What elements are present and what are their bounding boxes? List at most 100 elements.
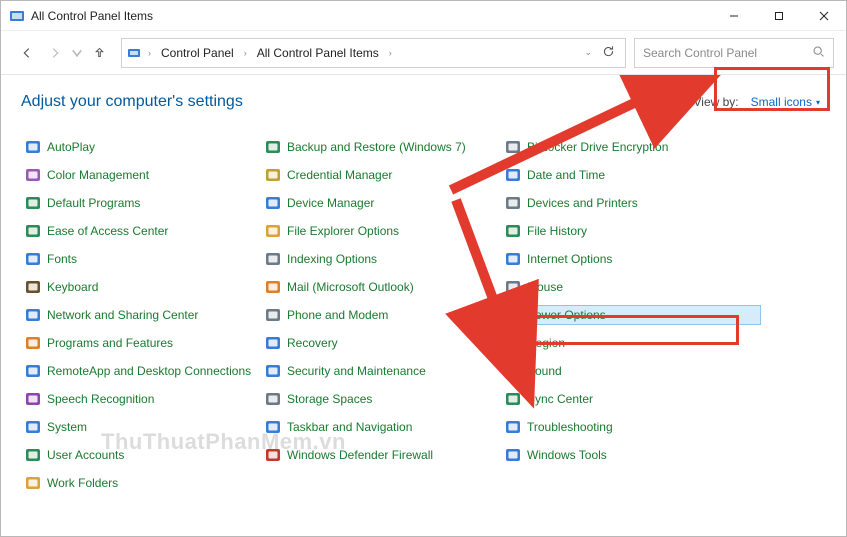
- address-icon: [126, 45, 142, 61]
- forward-button[interactable]: [41, 39, 69, 67]
- item-label: Work Folders: [47, 476, 118, 490]
- credential-icon: [265, 167, 281, 183]
- control-panel-item[interactable]: Windows Defender Firewall: [261, 445, 501, 465]
- item-label: Power Options: [527, 308, 606, 322]
- file-history-icon: [505, 223, 521, 239]
- control-panel-item[interactable]: File History: [501, 221, 761, 241]
- content-area: Adjust your computer's settings View by:…: [1, 75, 846, 503]
- close-button[interactable]: [801, 1, 846, 31]
- up-button[interactable]: [85, 39, 113, 67]
- devices-icon: [505, 195, 521, 211]
- heading-row: Adjust your computer's settings View by:…: [21, 93, 826, 111]
- titlebar: All Control Panel Items: [1, 1, 846, 31]
- item-label: AutoPlay: [47, 140, 95, 154]
- recent-locations-button[interactable]: [69, 39, 85, 67]
- control-panel-item[interactable]: Speech Recognition: [21, 389, 261, 409]
- control-panel-item[interactable]: Region: [501, 333, 761, 353]
- breadcrumb-all-items[interactable]: All Control Panel Items: [253, 44, 383, 62]
- control-panel-item[interactable]: RemoteApp and Desktop Connections: [21, 361, 261, 381]
- item-label: Phone and Modem: [287, 308, 388, 322]
- item-label: Indexing Options: [287, 252, 377, 266]
- search-input[interactable]: [643, 46, 812, 60]
- back-button[interactable]: [13, 39, 41, 67]
- control-panel-item[interactable]: Keyboard: [21, 277, 261, 297]
- item-label: Sound: [527, 364, 562, 378]
- item-label: Recovery: [287, 336, 338, 350]
- refresh-button[interactable]: [602, 45, 615, 61]
- control-panel-item[interactable]: Ease of Access Center: [21, 221, 261, 241]
- control-panel-item[interactable]: Default Programs: [21, 193, 261, 213]
- control-panel-item[interactable]: Taskbar and Navigation: [261, 417, 501, 437]
- item-label: Mouse: [527, 280, 563, 294]
- control-panel-item[interactable]: Credential Manager: [261, 165, 501, 185]
- item-label: Windows Tools: [527, 448, 607, 462]
- page-heading: Adjust your computer's settings: [21, 93, 243, 111]
- speech-icon: [25, 391, 41, 407]
- item-label: Internet Options: [527, 252, 612, 266]
- control-panel-item[interactable]: System: [21, 417, 261, 437]
- item-label: Devices and Printers: [527, 196, 638, 210]
- control-panel-item[interactable]: BitLocker Drive Encryption: [501, 137, 761, 157]
- breadcrumb-control-panel[interactable]: Control Panel: [157, 44, 238, 62]
- view-by-dropdown[interactable]: Small icons ▾: [745, 93, 826, 111]
- control-panel-item[interactable]: AutoPlay: [21, 137, 261, 157]
- item-label: Network and Sharing Center: [47, 308, 198, 322]
- item-label: Color Management: [47, 168, 149, 182]
- address-dropdown-button[interactable]: ⌄: [584, 47, 592, 58]
- control-panel-item[interactable]: Mail (Microsoft Outlook): [261, 277, 501, 297]
- bitlocker-icon: [505, 139, 521, 155]
- address-bar[interactable]: › Control Panel › All Control Panel Item…: [121, 38, 626, 68]
- control-panel-item[interactable]: Network and Sharing Center: [21, 305, 261, 325]
- mail-icon: [265, 279, 281, 295]
- control-panel-item[interactable]: Date and Time: [501, 165, 761, 185]
- control-panel-item[interactable]: Windows Tools: [501, 445, 761, 465]
- control-panel-item[interactable]: Work Folders: [21, 473, 261, 493]
- control-panel-item[interactable]: Sync Center: [501, 389, 761, 409]
- firewall-icon: [265, 447, 281, 463]
- control-panel-item[interactable]: Backup and Restore (Windows 7): [261, 137, 501, 157]
- control-panel-item[interactable]: Troubleshooting: [501, 417, 761, 437]
- control-panel-item[interactable]: Storage Spaces: [261, 389, 501, 409]
- item-label: Default Programs: [47, 196, 140, 210]
- file-explorer-icon: [265, 223, 281, 239]
- control-panel-item[interactable]: Security and Maintenance: [261, 361, 501, 381]
- control-panel-item[interactable]: Phone and Modem: [261, 305, 501, 325]
- fonts-icon: [25, 251, 41, 267]
- view-by-control: View by: Small icons ▾: [693, 93, 826, 111]
- item-label: Region: [527, 336, 565, 350]
- search-box[interactable]: [634, 38, 834, 68]
- control-panel-item[interactable]: Power Options: [501, 305, 761, 325]
- control-panel-item[interactable]: Fonts: [21, 249, 261, 269]
- internet-icon: [505, 251, 521, 267]
- control-panel-item[interactable]: Device Manager: [261, 193, 501, 213]
- control-panel-item[interactable]: Sound: [501, 361, 761, 381]
- ease-access-icon: [25, 223, 41, 239]
- dropdown-triangle-icon: ▾: [816, 98, 820, 107]
- control-panel-item[interactable]: User Accounts: [21, 445, 261, 465]
- security-icon: [265, 363, 281, 379]
- item-label: Programs and Features: [47, 336, 173, 350]
- chevron-right-icon: ›: [242, 48, 249, 58]
- control-panel-item[interactable]: Indexing Options: [261, 249, 501, 269]
- tools-icon: [505, 447, 521, 463]
- item-label: Security and Maintenance: [287, 364, 426, 378]
- control-panel-item[interactable]: Mouse: [501, 277, 761, 297]
- control-panel-item[interactable]: Devices and Printers: [501, 193, 761, 213]
- system-icon: [25, 419, 41, 435]
- item-label: Windows Defender Firewall: [287, 448, 433, 462]
- control-panel-item[interactable]: File Explorer Options: [261, 221, 501, 241]
- control-panel-item[interactable]: Programs and Features: [21, 333, 261, 353]
- item-label: Troubleshooting: [527, 420, 613, 434]
- maximize-button[interactable]: [756, 1, 801, 31]
- item-label: User Accounts: [47, 448, 124, 462]
- mouse-icon: [505, 279, 521, 295]
- control-panel-item[interactable]: Recovery: [261, 333, 501, 353]
- programs-icon: [25, 335, 41, 351]
- view-by-value-text: Small icons: [751, 95, 812, 109]
- minimize-button[interactable]: [711, 1, 756, 31]
- control-panel-item[interactable]: Color Management: [21, 165, 261, 185]
- chevron-right-icon: ›: [146, 48, 153, 58]
- item-label: Date and Time: [527, 168, 605, 182]
- control-panel-item[interactable]: Internet Options: [501, 249, 761, 269]
- item-label: BitLocker Drive Encryption: [527, 140, 668, 154]
